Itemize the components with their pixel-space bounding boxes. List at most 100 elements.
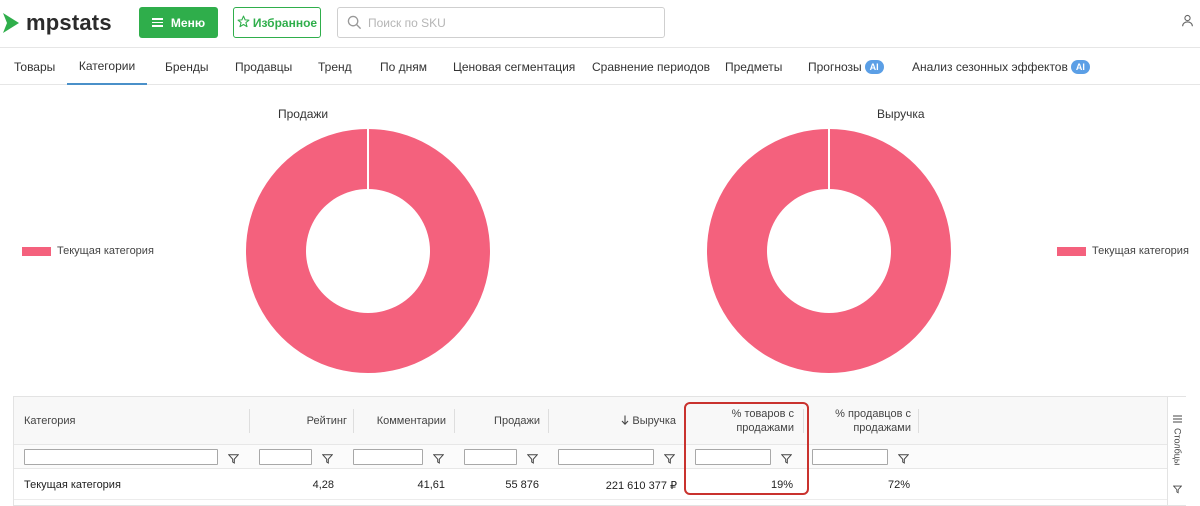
legend-swatch bbox=[1057, 246, 1086, 256]
ai-badge: AI bbox=[864, 60, 884, 74]
ai-badge: AI bbox=[1070, 60, 1090, 74]
tab-trend[interactable]: Тренд bbox=[318, 49, 352, 85]
filter-input-sellers-with-sales[interactable] bbox=[812, 449, 888, 465]
filter-input-products-with-sales[interactable] bbox=[695, 449, 771, 465]
filter-icon[interactable] bbox=[321, 451, 334, 469]
sales-chart-title: Продажи bbox=[278, 107, 329, 121]
tab-label: Товары bbox=[14, 60, 56, 74]
tab-price-segmentation[interactable]: Ценовая сегментация bbox=[453, 49, 575, 85]
cell-products-with-sales: 19% bbox=[770, 479, 793, 491]
revenue-donut-chart bbox=[706, 129, 951, 373]
categories-table: Категория Рейтинг Комментарии Продажи Вы… bbox=[13, 396, 1186, 506]
col-header-label: % товаров с продажами bbox=[731, 408, 794, 434]
tab-seasonal-effects[interactable]: Анализ сезонных эффектов AI bbox=[912, 49, 1090, 85]
col-header-rating[interactable]: Рейтинг bbox=[254, 397, 347, 445]
col-separator[interactable] bbox=[918, 409, 919, 433]
col-separator[interactable] bbox=[454, 409, 455, 433]
user-icon[interactable] bbox=[1181, 14, 1194, 32]
sales-chart-legend[interactable]: Текущая категория bbox=[22, 245, 154, 257]
menu-button-label: Меню bbox=[170, 15, 206, 30]
search-input[interactable] bbox=[368, 13, 658, 33]
burger-icon bbox=[151, 18, 163, 27]
tab-label: Прогнозы bbox=[808, 60, 862, 74]
tab-brands[interactable]: Бренды bbox=[165, 49, 208, 85]
tab-label: По дням bbox=[380, 60, 428, 74]
revenue-chart-title: Выручка bbox=[877, 107, 925, 121]
tab-categories[interactable]: Категории bbox=[67, 49, 147, 85]
legend-label: Текущая категория bbox=[1092, 245, 1189, 257]
filter-icon[interactable] bbox=[227, 451, 240, 469]
tab-sellers[interactable]: Продавцы bbox=[235, 49, 292, 85]
tab-label: Категории bbox=[78, 59, 136, 73]
col-header-label: Категория bbox=[24, 415, 76, 427]
table-header: Категория Рейтинг Комментарии Продажи Вы… bbox=[14, 397, 1167, 445]
sku-search bbox=[337, 7, 665, 38]
filter-icon[interactable] bbox=[780, 451, 793, 469]
revenue-chart-legend[interactable]: Текущая категория bbox=[1057, 245, 1189, 257]
filter-input-rating[interactable] bbox=[259, 449, 312, 465]
col-header-label: Продажи bbox=[494, 415, 540, 427]
table-row[interactable]: Текущая категория 4,28 41,61 55 876 221 … bbox=[14, 470, 1167, 500]
filter-input-sales[interactable] bbox=[464, 449, 517, 465]
filter-icon[interactable] bbox=[526, 451, 539, 469]
cell-sellers-with-sales: 72% bbox=[887, 479, 910, 491]
logo-icon bbox=[2, 12, 20, 34]
filter-icon[interactable] bbox=[897, 451, 910, 469]
tab-by-days[interactable]: По дням bbox=[380, 49, 427, 85]
col-separator[interactable] bbox=[249, 409, 250, 433]
tab-label: Анализ сезонных эффектов bbox=[912, 60, 1068, 74]
col-separator[interactable] bbox=[684, 409, 685, 433]
col-header-category[interactable]: Категория bbox=[24, 397, 244, 445]
col-separator[interactable] bbox=[803, 409, 804, 433]
logo-text: mpstats bbox=[26, 10, 112, 35]
tab-label: Бренды bbox=[165, 60, 209, 74]
legend-label: Текущая категория bbox=[57, 245, 154, 257]
columns-side-label: Столбцы bbox=[1172, 428, 1183, 466]
col-header-label: % продавцов с продажами bbox=[835, 408, 911, 434]
filters-side-tab[interactable] bbox=[1168, 485, 1187, 496]
cell-sales: 55 876 bbox=[505, 479, 539, 491]
menu-button[interactable]: Меню bbox=[139, 7, 218, 38]
col-separator[interactable] bbox=[548, 409, 549, 433]
columns-icon bbox=[1173, 415, 1182, 425]
logo[interactable]: mpstats bbox=[2, 10, 112, 36]
favorites-button-label: Избранное bbox=[252, 15, 318, 30]
col-header-products-with-sales[interactable]: % товаров с продажами bbox=[694, 397, 794, 445]
tab-label: Тренд bbox=[318, 60, 352, 74]
filter-input-comments[interactable] bbox=[353, 449, 423, 465]
table-side-panel: Столбцы bbox=[1167, 397, 1186, 505]
sort-desc-icon bbox=[621, 415, 629, 428]
cell-rating: 4,28 bbox=[312, 479, 334, 491]
top-header: mpstats Меню Избранное bbox=[0, 0, 1200, 48]
col-header-sales[interactable]: Продажи bbox=[459, 397, 540, 445]
filter-row bbox=[14, 445, 1167, 469]
category-tabs: Товары Категории Бренды Продавцы Тренд П… bbox=[0, 49, 1200, 85]
search-icon bbox=[347, 15, 362, 35]
filter-icon bbox=[1172, 485, 1183, 496]
filter-input-revenue[interactable] bbox=[558, 449, 654, 465]
filter-icon[interactable] bbox=[432, 451, 445, 469]
columns-side-tab[interactable]: Столбцы bbox=[1168, 415, 1187, 465]
tab-forecasts[interactable]: Прогнозы AI bbox=[808, 49, 884, 85]
filter-input-category[interactable] bbox=[24, 449, 218, 465]
filter-icon[interactable] bbox=[663, 451, 676, 469]
tab-subjects[interactable]: Предметы bbox=[725, 49, 782, 85]
cell-revenue: 221 610 377 ₽ bbox=[605, 479, 677, 492]
cell-category: Текущая категория bbox=[24, 479, 121, 491]
col-header-sellers-with-sales[interactable]: % продавцов с продажами bbox=[809, 397, 911, 445]
favorites-button[interactable]: Избранное bbox=[233, 7, 321, 38]
col-header-comments[interactable]: Комментарии bbox=[359, 397, 446, 445]
col-separator[interactable] bbox=[353, 409, 354, 433]
star-icon bbox=[237, 15, 250, 31]
tab-label: Сравнение периодов bbox=[592, 60, 711, 74]
tab-products[interactable]: Товары bbox=[14, 49, 55, 85]
col-header-label: Выручка bbox=[632, 415, 676, 427]
tab-label: Ценовая сегментация bbox=[453, 60, 576, 74]
sales-donut-chart bbox=[245, 129, 490, 373]
cell-comments: 41,61 bbox=[417, 479, 445, 491]
tab-label: Предметы bbox=[725, 60, 783, 74]
col-header-revenue[interactable]: Выручка bbox=[554, 397, 676, 445]
tab-period-comparison[interactable]: Сравнение периодов bbox=[592, 49, 710, 85]
col-header-label: Комментарии bbox=[376, 415, 446, 427]
tab-label: Продавцы bbox=[235, 60, 293, 74]
